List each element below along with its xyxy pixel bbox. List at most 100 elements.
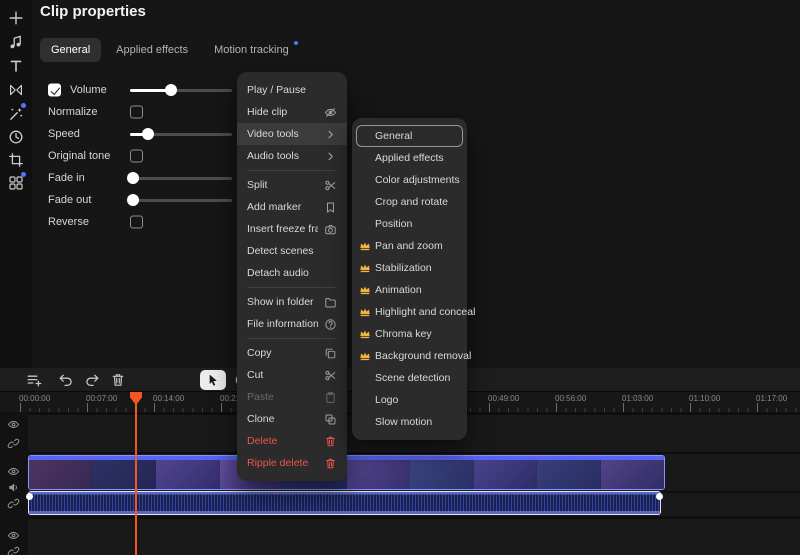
add-media-icon[interactable] — [8, 10, 24, 26]
video-tools-submenu: General Applied effects Color adjustment… — [352, 118, 475, 440]
menu-item-cut[interactable]: Cut — [237, 364, 347, 386]
cut-icon — [324, 369, 337, 382]
submenu-item-scene-detection[interactable]: Scene detection — [352, 367, 467, 389]
bottom-empty-track[interactable] — [28, 519, 800, 555]
property-row-reverse: Reverse — [40, 211, 240, 233]
original-tone-checkbox[interactable] — [130, 149, 143, 163]
audio-icon[interactable] — [8, 34, 24, 50]
clipboard-icon — [324, 391, 337, 404]
submenu-item-highlight-and-conceal[interactable]: Highlight and conceal — [352, 301, 475, 323]
menu-item-insert-freeze-frame[interactable]: Insert freeze frame — [237, 218, 347, 240]
fade-out-slider[interactable] — [127, 194, 232, 206]
menu-item-detect-scenes[interactable]: Detect scenes — [237, 240, 347, 262]
timecode: 01:10:00 — [689, 394, 721, 403]
volume-label: Volume — [70, 84, 107, 96]
tab-general[interactable]: General — [40, 38, 102, 62]
audio-waveform — [29, 492, 660, 514]
timecode: 00:00:00 — [19, 394, 51, 403]
menu-item-split[interactable]: Split — [237, 174, 347, 196]
track1-eye-icon[interactable] — [7, 418, 20, 431]
menu-divider — [247, 287, 337, 288]
titles-icon[interactable] — [8, 58, 24, 74]
volume-slider[interactable] — [130, 84, 232, 96]
premium-crown-icon — [359, 240, 371, 252]
reverse-checkbox[interactable] — [130, 215, 143, 229]
submenu-item-animation[interactable]: Animation — [352, 279, 467, 301]
crop-icon[interactable] — [8, 152, 24, 168]
submenu-item-pan-and-zoom[interactable]: Pan and zoom — [352, 235, 467, 257]
submenu-item-slow-motion[interactable]: Slow motion — [352, 411, 467, 433]
pointer-icon — [206, 373, 220, 387]
speed-slider-handle[interactable] — [142, 128, 155, 140]
speed-icon[interactable] — [8, 129, 24, 145]
fade-in-slider-handle[interactable] — [127, 172, 140, 184]
speed-slider[interactable] — [130, 128, 232, 140]
property-row-normalize: Normalize — [40, 101, 240, 123]
track2-link-icon[interactable] — [7, 497, 20, 510]
selected-audio-clip[interactable] — [28, 491, 661, 515]
normalize-checkbox[interactable] — [130, 105, 143, 119]
submenu-item-color-adjustments[interactable]: Color adjustments — [352, 169, 467, 191]
timecode: 01:17:00 — [756, 394, 788, 403]
transitions-icon[interactable] — [8, 82, 24, 98]
menu-item-play-pause[interactable]: Play / Pause — [237, 79, 347, 101]
volume-slider-handle[interactable] — [164, 84, 177, 96]
fade-out-slider-handle[interactable] — [127, 194, 140, 206]
tab-motion-tracking[interactable]: Motion tracking — [203, 38, 300, 62]
menu-item-paste[interactable]: Paste — [237, 386, 347, 408]
effects-icon[interactable] — [8, 106, 24, 122]
submenu-item-background-removal[interactable]: Background removal — [352, 345, 471, 367]
new-feature-dot — [293, 41, 298, 45]
track2-eye-icon[interactable] — [7, 465, 20, 478]
menu-item-copy[interactable]: Copy — [237, 342, 347, 364]
playhead-line[interactable] — [135, 392, 137, 555]
menu-item-add-marker[interactable]: Add marker — [237, 196, 347, 218]
submenu-item-position[interactable]: Position — [352, 213, 467, 235]
redo-icon[interactable] — [84, 372, 100, 388]
left-fade-handle[interactable] — [26, 493, 33, 500]
menu-item-show-in-folder[interactable]: Show in folder — [237, 291, 347, 313]
menu-divider — [247, 170, 337, 171]
normalize-label: Normalize — [48, 106, 98, 118]
submenu-item-logo[interactable]: Logo — [352, 389, 467, 411]
menu-item-ripple-delete[interactable]: Ripple delete — [237, 452, 347, 474]
question-icon — [324, 318, 337, 331]
track3-eye-icon[interactable] — [7, 529, 20, 542]
menu-item-hide-clip[interactable]: Hide clip — [237, 101, 347, 123]
clone-icon — [324, 413, 337, 426]
submenu-item-crop-and-rotate[interactable]: Crop and rotate — [352, 191, 467, 213]
pointer-tool-button[interactable] — [200, 370, 226, 390]
fade-in-slider[interactable] — [127, 172, 232, 184]
menu-item-video-tools[interactable]: Video tools — [237, 123, 347, 145]
menu-item-file-information[interactable]: File information — [237, 313, 347, 335]
app-sidebar — [0, 0, 32, 368]
fade-out-label: Fade out — [48, 194, 92, 206]
undo-icon[interactable] — [58, 372, 74, 388]
copy-icon — [324, 347, 337, 360]
submenu-item-general[interactable]: General — [356, 125, 463, 147]
submenu-item-applied-effects[interactable]: Applied effects — [352, 147, 467, 169]
menu-item-clone[interactable]: Clone — [237, 408, 347, 430]
page-title: Clip properties — [40, 3, 146, 20]
tab-applied-effects[interactable]: Applied effects — [105, 38, 199, 62]
menu-item-delete[interactable]: Delete — [237, 430, 347, 452]
menu-item-audio-tools[interactable]: Audio tools — [237, 145, 347, 167]
property-row-fade-in: Fade in — [40, 167, 240, 189]
premium-crown-icon — [359, 306, 371, 318]
menu-divider — [247, 338, 337, 339]
delete-icon[interactable] — [110, 372, 126, 388]
camera-icon — [324, 223, 337, 236]
track2-speaker-icon[interactable] — [7, 481, 20, 494]
add-track-icon[interactable] — [26, 372, 42, 388]
track1-link-icon[interactable] — [7, 437, 20, 450]
right-fade-handle[interactable] — [656, 493, 663, 500]
property-row-original-tone: Original tone — [40, 145, 240, 167]
submenu-item-stabilization[interactable]: Stabilization — [352, 257, 467, 279]
elements-icon[interactable] — [8, 175, 24, 191]
submenu-item-chroma-key[interactable]: Chroma key — [352, 323, 467, 345]
premium-crown-icon — [359, 262, 371, 274]
track3-link-icon[interactable] — [7, 545, 20, 555]
volume-checkbox[interactable] — [48, 83, 61, 97]
menu-item-detach-audio[interactable]: Detach audio — [237, 262, 347, 284]
property-row-fade-out: Fade out — [40, 189, 240, 211]
